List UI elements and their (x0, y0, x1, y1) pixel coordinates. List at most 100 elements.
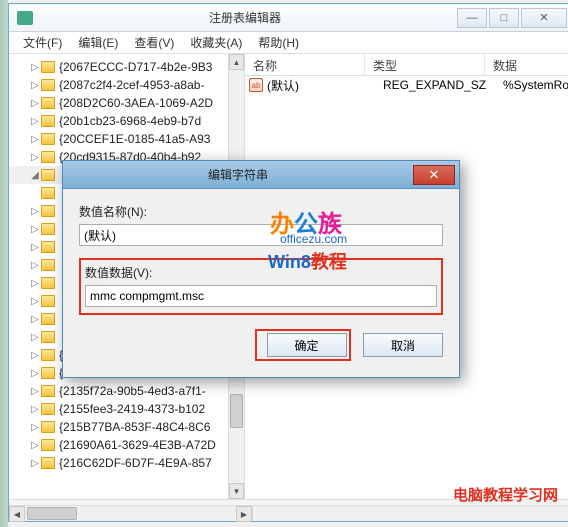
menu-favorites[interactable]: 收藏夹(A) (182, 34, 250, 51)
window-title: 注册表编辑器 (33, 9, 457, 26)
window-controls: — □ ✕ (457, 8, 568, 28)
value-type: REG_EXPAND_SZ (383, 78, 503, 92)
folder-icon (41, 295, 55, 307)
value-data-field[interactable] (85, 285, 437, 307)
folder-icon (41, 367, 55, 379)
folder-icon (41, 259, 55, 271)
tree-item[interactable]: ▷{2135f72a-90b5-4ed3-a7f1- (9, 382, 244, 400)
folder-icon (41, 133, 55, 145)
dialog-body: 数值名称(N): 数值数据(V): 确定 取消 (63, 189, 459, 377)
scroll-right-button[interactable]: ▶ (236, 506, 252, 522)
folder-icon (41, 169, 55, 181)
expander-icon[interactable]: ▷ (29, 422, 41, 433)
tree-item[interactable]: ▷{20b1cb23-6968-4eb9-b7d (9, 112, 244, 130)
scroll-thumb[interactable] (230, 394, 243, 428)
header-data[interactable]: 数据 (485, 54, 568, 75)
decorative-edge (0, 0, 8, 527)
expander-icon[interactable]: ▷ (29, 224, 41, 235)
scroll-left-button[interactable]: ◀ (9, 506, 25, 522)
expander-icon[interactable]: ▷ (29, 458, 41, 469)
folder-icon (41, 151, 55, 163)
expander-icon[interactable]: ▷ (29, 80, 41, 91)
edit-string-dialog: 编辑字符串 ✕ 数值名称(N): 数值数据(V): 确定 取消 (62, 160, 460, 378)
menu-file[interactable]: 文件(F) (15, 34, 70, 51)
scroll-thumb[interactable] (27, 507, 77, 520)
list-header: 名称 类型 数据 (245, 54, 568, 76)
folder-icon (41, 79, 55, 91)
folder-icon (41, 277, 55, 289)
highlight-box-data: 数值数据(V): (79, 258, 443, 315)
menubar: 文件(F) 编辑(E) 查看(V) 收藏夹(A) 帮助(H) (9, 32, 568, 54)
tree-item[interactable]: ▷{2155fee3-2419-4373-b102 (9, 400, 244, 418)
header-name[interactable]: 名称 (245, 54, 365, 75)
app-icon (17, 11, 33, 25)
folder-icon (41, 421, 55, 433)
expander-icon[interactable]: ▷ (29, 314, 41, 325)
expander-icon[interactable]: ▷ (29, 134, 41, 145)
folder-icon (41, 331, 55, 343)
folder-icon (41, 223, 55, 235)
tree-item[interactable]: ▷{2067ECCC-D717-4b2e-9B3 (9, 58, 244, 76)
string-value-icon: ab (249, 78, 263, 92)
expander-icon[interactable]: ▷ (29, 350, 41, 361)
menu-edit[interactable]: 编辑(E) (70, 34, 126, 51)
expander-icon[interactable]: ▷ (29, 62, 41, 73)
tree-item[interactable]: ▷{216C62DF-6D7F-4E9A-857 (9, 454, 244, 472)
tree-item[interactable]: ▷{215B77BA-853F-48C4-8C6 (9, 418, 244, 436)
value-name-label: 数值名称(N): (79, 203, 443, 220)
expander-icon[interactable]: ▷ (29, 98, 41, 109)
expander-icon[interactable]: ▷ (29, 368, 41, 379)
folder-icon (41, 187, 55, 199)
expander-icon[interactable]: ▷ (29, 386, 41, 397)
tree-item[interactable]: ▷{21690A61-3629-4E3B-A72D (9, 436, 244, 454)
expander-icon[interactable]: ▷ (29, 296, 41, 307)
folder-icon (41, 349, 55, 361)
horizontal-scrollbars: ◀ ▶ (9, 505, 568, 521)
header-type[interactable]: 类型 (365, 54, 485, 75)
maximize-button[interactable]: □ (489, 8, 519, 28)
folder-icon (41, 403, 55, 415)
value-name: (默认) (267, 77, 383, 94)
dialog-titlebar[interactable]: 编辑字符串 ✕ (63, 161, 459, 189)
list-row[interactable]: ab (默认) REG_EXPAND_SZ %SystemRo (245, 76, 568, 94)
expander-icon[interactable]: ▷ (29, 206, 41, 217)
tree-horizontal-scrollbar[interactable]: ◀ ▶ (9, 506, 253, 521)
expander-icon[interactable]: ▷ (29, 404, 41, 415)
scroll-down-button[interactable]: ▼ (229, 483, 244, 499)
minimize-button[interactable]: — (457, 8, 487, 28)
folder-icon (41, 61, 55, 73)
expander-icon[interactable]: ▷ (29, 242, 41, 253)
expander-icon[interactable]: ▷ (29, 116, 41, 127)
folder-icon (41, 205, 55, 217)
titlebar[interactable]: 注册表编辑器 — □ ✕ (9, 4, 568, 32)
folder-icon (41, 457, 55, 469)
expander-icon[interactable]: ▷ (29, 332, 41, 343)
value-name-field[interactable] (79, 224, 443, 246)
highlight-box-ok: 确定 (255, 329, 351, 361)
folder-icon (41, 313, 55, 325)
cancel-button[interactable]: 取消 (363, 333, 443, 357)
tree-item[interactable]: ▷{20CCEF1E-0185-41a5-A93 (9, 130, 244, 148)
dialog-title: 编辑字符串 (63, 166, 413, 183)
menu-help[interactable]: 帮助(H) (250, 34, 307, 51)
folder-icon (41, 241, 55, 253)
dialog-buttons: 确定 取消 (79, 329, 443, 361)
expander-icon[interactable]: ▷ (29, 440, 41, 451)
expander-icon[interactable]: ▷ (29, 278, 41, 289)
tree-item[interactable]: ▷{208D2C60-3AEA-1069-A2D (9, 94, 244, 112)
scroll-up-button[interactable]: ▲ (229, 54, 244, 70)
close-button[interactable]: ✕ (521, 8, 567, 28)
folder-icon (41, 97, 55, 109)
tree-item[interactable]: ▷{2087c2f4-2cef-4953-a8ab- (9, 76, 244, 94)
value-data-label: 数值数据(V): (85, 264, 437, 281)
folder-icon (41, 385, 55, 397)
folder-icon (41, 439, 55, 451)
menu-view[interactable]: 查看(V) (126, 34, 182, 51)
ok-button[interactable]: 确定 (267, 333, 347, 357)
expander-icon[interactable]: ▷ (29, 260, 41, 271)
value-data: %SystemRo (503, 78, 568, 92)
folder-icon (41, 115, 55, 127)
dialog-close-button[interactable]: ✕ (413, 165, 455, 185)
expander-icon[interactable]: ▷ (29, 152, 41, 163)
expander-icon[interactable]: ◢ (29, 170, 41, 181)
